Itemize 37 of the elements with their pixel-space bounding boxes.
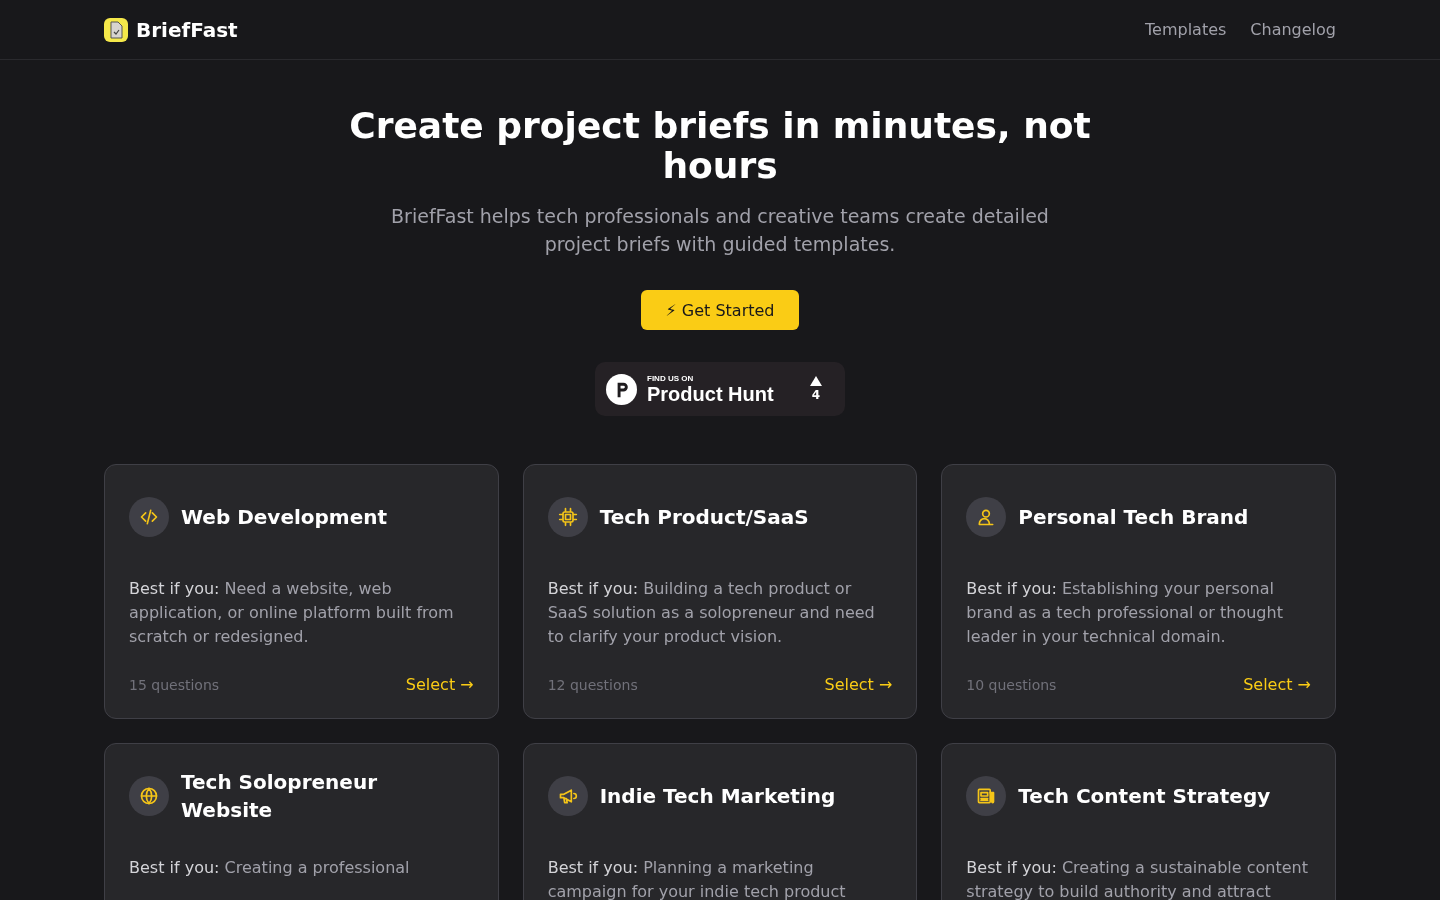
hero-title: Create project briefs in minutes, not hours <box>348 106 1092 186</box>
question-count: 10 questions <box>966 676 1057 693</box>
select-link[interactable]: Select → <box>824 675 893 694</box>
code-icon <box>129 497 169 537</box>
badge-kicker: FIND US ON <box>647 373 694 383</box>
card-description: Best if you: Building a tech product or SaaS solution as a solopreneur and need to clarify your product vision. <box>547 578 876 648</box>
get-started-button[interactable]: ⚡ Get Started <box>641 290 799 330</box>
card-title: Tech Content Strategy <box>1018 783 1271 810</box>
card-description: Best if you: Establishing your personal brand as a tech professional or thought leader in your technical domain. <box>966 578 1284 648</box>
card-title: Tech Solopreneur Website <box>181 769 378 824</box>
select-link[interactable]: Select → <box>405 675 474 694</box>
product-hunt-badge[interactable]: FIND US ON Product Hunt 4 <box>595 362 845 416</box>
card-description: Best if you: Creating a professional <box>129 857 411 879</box>
card-title: Tech Product/SaaS <box>599 504 809 531</box>
vote-count: 4 <box>811 388 821 402</box>
nav-link[interactable]: Changelog <box>1250 20 1336 39</box>
hero-subtitle: BriefFast helps tech professionals and creative teams create detailed project briefs with guided templates. <box>390 204 1050 257</box>
document-check-icon <box>104 17 128 42</box>
card-title: Indie Tech Marketing <box>599 783 836 810</box>
card-title: Web Development <box>181 504 388 531</box>
question-count: 12 questions <box>547 676 638 693</box>
select-link[interactable]: Select → <box>1243 675 1311 694</box>
card-description: Best if you: Planning a marketing campaign for your indie tech product <box>547 857 847 900</box>
newspaper-icon <box>966 776 1007 816</box>
card-description: Best if you: Need a website, web application, or online platform built from scratch or redesigned. <box>129 578 455 648</box>
chip-icon <box>547 497 588 537</box>
megaphone-icon <box>547 776 588 816</box>
upvote-icon <box>810 376 822 386</box>
person-icon <box>966 497 1007 537</box>
brand-name: BriefFast <box>136 17 238 42</box>
product-hunt-logo-icon <box>606 373 637 405</box>
nav-link[interactable]: Templates <box>1145 20 1227 39</box>
badge-name: Product Hunt <box>647 382 774 405</box>
card-title: Personal Tech Brand <box>1018 504 1249 531</box>
globe-icon <box>129 776 169 816</box>
question-count: 15 questions <box>129 676 220 693</box>
card-description: Best if you: Creating a sustainable content strategy to build authority and attract <box>966 857 1309 900</box>
